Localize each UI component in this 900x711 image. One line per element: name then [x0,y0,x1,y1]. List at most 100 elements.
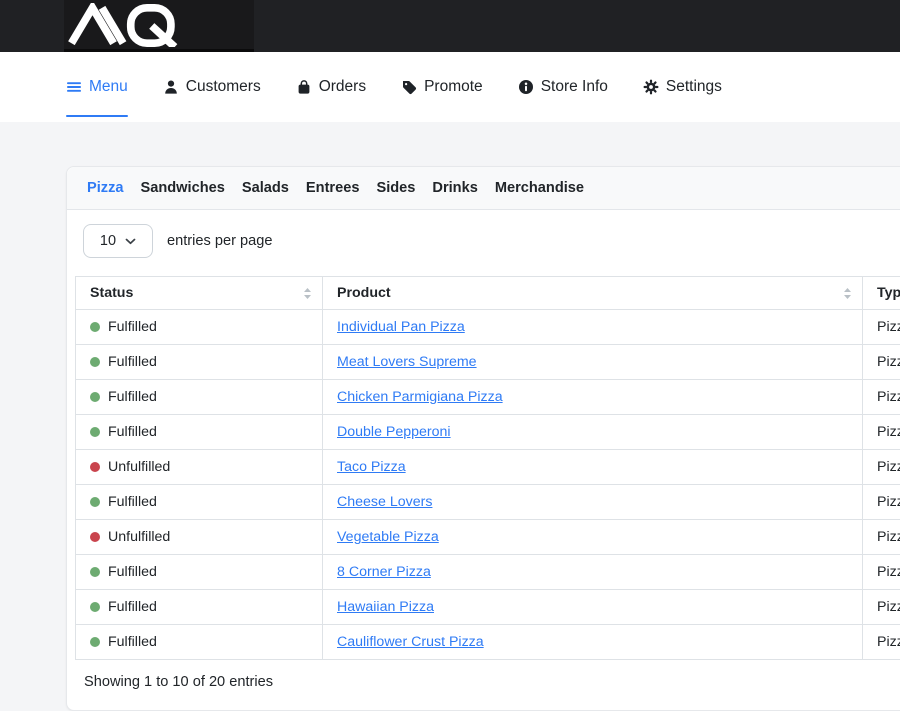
status-dot [90,462,100,472]
tab-sides[interactable]: Sides [376,180,415,196]
column-label: Status [90,285,133,301]
type-cell: Pizza [863,520,900,555]
status-cell: Fulfilled [76,555,323,590]
card-body: 10 entries per page Status [67,210,900,710]
nav-item-settings[interactable]: Settings [643,52,722,122]
column-label: Product [337,285,391,301]
product-cell: Individual Pan Pizza [323,310,863,345]
sort-icon[interactable] [843,287,852,300]
status-cell: Fulfilled [76,415,323,450]
tab-drinks[interactable]: Drinks [432,180,477,196]
hamburger-icon [66,79,82,95]
top-bar [0,0,900,52]
table-row: Fulfilled Cheese Lovers Pizza [76,485,900,520]
status-label: Unfulfilled [108,459,170,475]
column-header-product[interactable]: Product [323,277,863,310]
status-label: Fulfilled [108,319,157,335]
product-link[interactable]: Hawaiian Pizza [337,599,434,615]
status-label: Fulfilled [108,424,157,440]
nav-label: Store Info [541,78,608,96]
product-cell: Meat Lovers Supreme [323,345,863,380]
product-link[interactable]: Cauliflower Crust Pizza [337,634,484,650]
product-link[interactable]: Individual Pan Pizza [337,319,465,335]
nav-label: Menu [89,78,128,96]
product-cell: Cheese Lovers [323,485,863,520]
tab-sandwiches[interactable]: Sandwiches [141,180,225,196]
product-cell: Taco Pizza [323,450,863,485]
main-nav: Menu Customers Orders Promote Store Info [0,52,900,122]
status-dot [90,322,100,332]
entries-per-page-select[interactable]: 10 [83,224,153,258]
shopping-bag-icon [296,79,312,95]
table-row: Unfulfilled Vegetable Pizza Pizza [76,520,900,555]
status-label: Fulfilled [108,354,157,370]
type-cell: Pizza [863,310,900,345]
entries-per-page-value: 10 [100,233,116,249]
product-link[interactable]: Taco Pizza [337,459,406,475]
status-label: Fulfilled [108,599,157,615]
nav-item-menu[interactable]: Menu [66,52,128,122]
status-dot [90,567,100,577]
tab-merchandise[interactable]: Merchandise [495,180,584,196]
status-label: Fulfilled [108,564,157,580]
tab-pizza[interactable]: Pizza [87,180,124,196]
status-dot [90,637,100,647]
product-link[interactable]: 8 Corner Pizza [337,564,431,580]
type-cell: Pizza [863,380,900,415]
type-cell: Pizza [863,345,900,380]
column-header-type[interactable]: Type [863,277,900,310]
table-row: Unfulfilled Taco Pizza Pizza [76,450,900,485]
type-cell: Pizza [863,485,900,520]
product-cell: Cauliflower Crust Pizza [323,625,863,660]
status-dot [90,392,100,402]
status-cell: Fulfilled [76,625,323,660]
table-row: Fulfilled Cauliflower Crust Pizza Pizza [76,625,900,660]
status-cell: Fulfilled [76,310,323,345]
status-cell: Fulfilled [76,485,323,520]
status-label: Fulfilled [108,389,157,405]
product-cell: Chicken Parmigiana Pizza [323,380,863,415]
status-dot [90,357,100,367]
nav-item-promote[interactable]: Promote [401,52,483,122]
brand-logo[interactable] [64,0,254,52]
status-cell: Unfulfilled [76,520,323,555]
chevron-down-icon [125,238,136,245]
menu-card: Pizza Sandwiches Salads Entrees Sides Dr… [66,166,900,711]
product-cell: Double Pepperoni [323,415,863,450]
column-header-status[interactable]: Status [76,277,323,310]
status-cell: Unfulfilled [76,450,323,485]
type-cell: Pizza [863,625,900,660]
table-row: Fulfilled 8 Corner Pizza Pizza [76,555,900,590]
person-icon [163,79,179,95]
product-link[interactable]: Cheese Lovers [337,494,432,510]
tag-icon [401,79,417,95]
nav-item-customers[interactable]: Customers [163,52,261,122]
product-cell: 8 Corner Pizza [323,555,863,590]
status-dot [90,532,100,542]
table-row: Fulfilled Individual Pan Pizza Pizza [76,310,900,345]
nav-label: Orders [319,78,366,96]
info-icon [518,79,534,95]
tab-entrees[interactable]: Entrees [306,180,360,196]
entries-summary: Showing 1 to 10 of 20 entries [84,674,900,690]
table-row: Fulfilled Hawaiian Pizza Pizza [76,590,900,625]
product-cell: Vegetable Pizza [323,520,863,555]
category-tabs: Pizza Sandwiches Salads Entrees Sides Dr… [67,167,900,210]
status-dot [90,497,100,507]
product-link[interactable]: Vegetable Pizza [337,529,439,545]
table-row: Fulfilled Meat Lovers Supreme Pizza [76,345,900,380]
status-label: Unfulfilled [108,529,170,545]
product-link[interactable]: Double Pepperoni [337,424,451,440]
type-cell: Pizza [863,415,900,450]
tab-salads[interactable]: Salads [242,180,289,196]
products-table: Status Product [75,276,900,660]
table-controls: 10 entries per page [83,224,900,258]
nav-item-orders[interactable]: Orders [296,52,366,122]
page-content: Pizza Sandwiches Salads Entrees Sides Dr… [0,122,900,711]
product-link[interactable]: Meat Lovers Supreme [337,354,477,370]
sort-icon[interactable] [303,287,312,300]
nav-label: Customers [186,78,261,96]
product-link[interactable]: Chicken Parmigiana Pizza [337,389,503,405]
table-row: Fulfilled Chicken Parmigiana Pizza Pizza [76,380,900,415]
nav-item-store-info[interactable]: Store Info [518,52,608,122]
